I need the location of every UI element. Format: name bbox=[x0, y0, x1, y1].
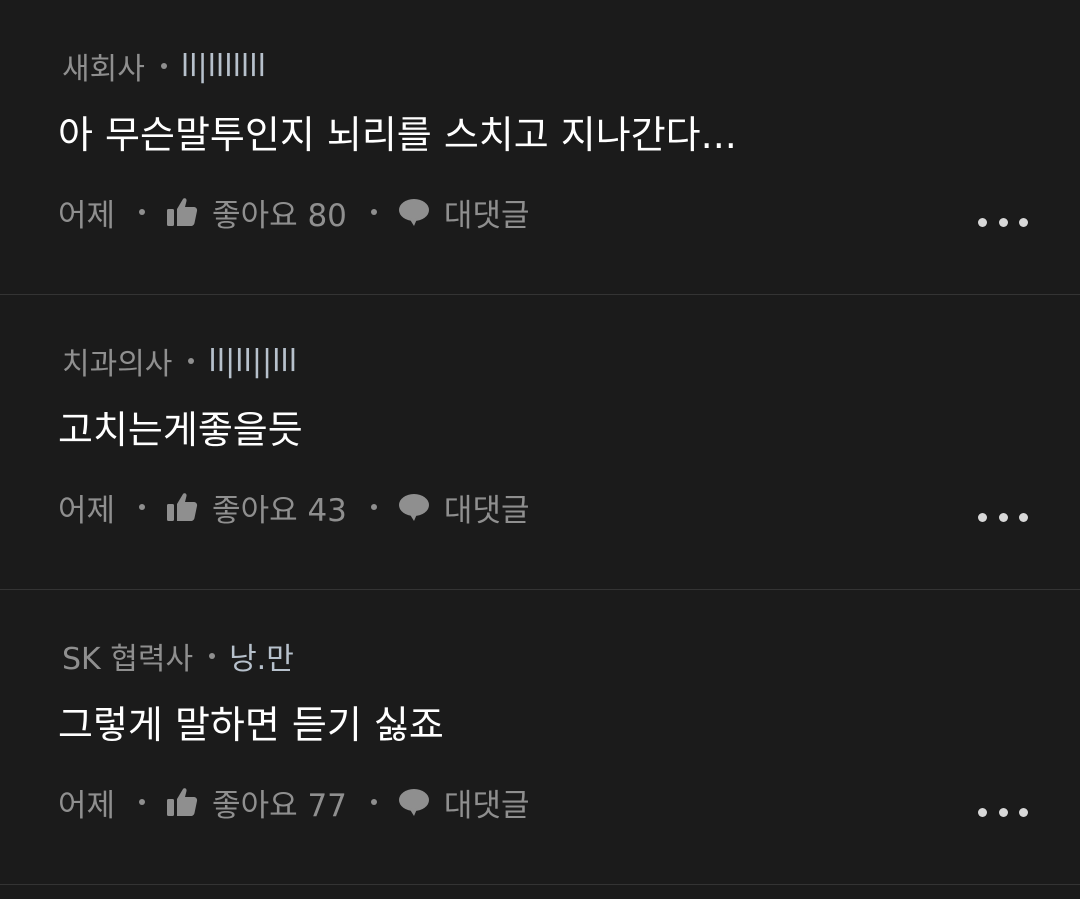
author-company: SK 협력사 bbox=[62, 642, 194, 677]
reply-label: 대댓글 bbox=[443, 492, 530, 529]
more-dots-icon bbox=[1019, 512, 1028, 522]
author-nickname[interactable]: 낭.만 bbox=[229, 634, 294, 678]
more-options-button[interactable] bbox=[978, 800, 1028, 824]
like-count-label: 좋아요 43 bbox=[212, 492, 347, 529]
more-dots-icon bbox=[1019, 217, 1028, 227]
author-nickname[interactable]: ll|lllllll bbox=[181, 49, 266, 84]
like-count-label: 좋아요 77 bbox=[212, 787, 347, 824]
more-dots-icon bbox=[978, 512, 987, 522]
more-dots-icon bbox=[978, 807, 987, 817]
comment-meta: 새회사 ll|lllllll bbox=[62, 46, 266, 88]
action-separator bbox=[370, 504, 377, 510]
reply-label: 대댓글 bbox=[443, 787, 530, 824]
speech-bubble-icon bbox=[398, 494, 429, 521]
thumbs-up-icon bbox=[167, 788, 198, 816]
more-dots-icon bbox=[998, 807, 1008, 817]
speech-bubble-icon bbox=[398, 789, 429, 816]
comment-actions: 어제 좋아요 80 대댓글 bbox=[58, 190, 529, 234]
author-company: 새회사 bbox=[62, 52, 145, 87]
thumbs-up-icon bbox=[167, 198, 198, 226]
comment-text: 그렇게 말하면 듣기 싫죠 bbox=[58, 703, 444, 747]
more-dots-icon bbox=[998, 512, 1008, 522]
reply-button[interactable]: 대댓글 bbox=[398, 190, 530, 235]
like-button[interactable]: 좋아요 77 bbox=[166, 780, 347, 825]
action-separator bbox=[139, 209, 146, 215]
action-separator bbox=[370, 799, 377, 805]
comment-text: 고치는게좋을듯 bbox=[58, 408, 303, 452]
thumbs-up-icon bbox=[167, 493, 198, 521]
comment-meta: 치과의사 ll|ll||lll bbox=[62, 341, 297, 383]
author-nickname[interactable]: ll|ll||lll bbox=[208, 344, 297, 379]
reply-button[interactable]: 대댓글 bbox=[398, 780, 530, 825]
comment-time: 어제 bbox=[58, 787, 116, 824]
author-company: 치과의사 bbox=[62, 347, 173, 382]
meta-separator bbox=[209, 653, 216, 659]
comment-item: SK 협력사 낭.만 그렇게 말하면 듣기 싫죠 어제 좋아요 77 대댓글 bbox=[0, 590, 1080, 885]
reply-label: 대댓글 bbox=[443, 197, 530, 234]
comment-time: 어제 bbox=[58, 197, 116, 234]
reply-button[interactable]: 대댓글 bbox=[398, 485, 530, 530]
comment-item: 새회사 ll|lllllll 아 무슨말투인지 뇌리를 스치고 지나간다... … bbox=[0, 0, 1080, 295]
comment-time: 어제 bbox=[58, 492, 116, 529]
comment-list: 새회사 ll|lllllll 아 무슨말투인지 뇌리를 스치고 지나간다... … bbox=[0, 0, 1080, 885]
comment-item: 치과의사 ll|ll||lll 고치는게좋을듯 어제 좋아요 43 대댓글 bbox=[0, 295, 1080, 590]
comment-meta: SK 협력사 낭.만 bbox=[62, 634, 294, 678]
action-separator bbox=[139, 504, 146, 510]
like-button[interactable]: 좋아요 43 bbox=[166, 485, 347, 530]
more-dots-icon bbox=[978, 217, 987, 227]
comment-actions: 어제 좋아요 43 대댓글 bbox=[58, 485, 529, 529]
meta-separator bbox=[160, 63, 167, 69]
meta-separator bbox=[188, 358, 195, 364]
like-button[interactable]: 좋아요 80 bbox=[166, 190, 347, 235]
speech-bubble-icon bbox=[398, 199, 429, 226]
more-options-button[interactable] bbox=[978, 210, 1028, 234]
comment-text: 아 무슨말투인지 뇌리를 스치고 지나간다... bbox=[58, 113, 737, 157]
more-dots-icon bbox=[998, 217, 1008, 227]
more-dots-icon bbox=[1019, 807, 1028, 817]
action-separator bbox=[139, 799, 146, 805]
more-options-button[interactable] bbox=[978, 505, 1028, 529]
like-count-label: 좋아요 80 bbox=[212, 197, 347, 234]
action-separator bbox=[370, 209, 377, 215]
comment-actions: 어제 좋아요 77 대댓글 bbox=[58, 780, 529, 824]
